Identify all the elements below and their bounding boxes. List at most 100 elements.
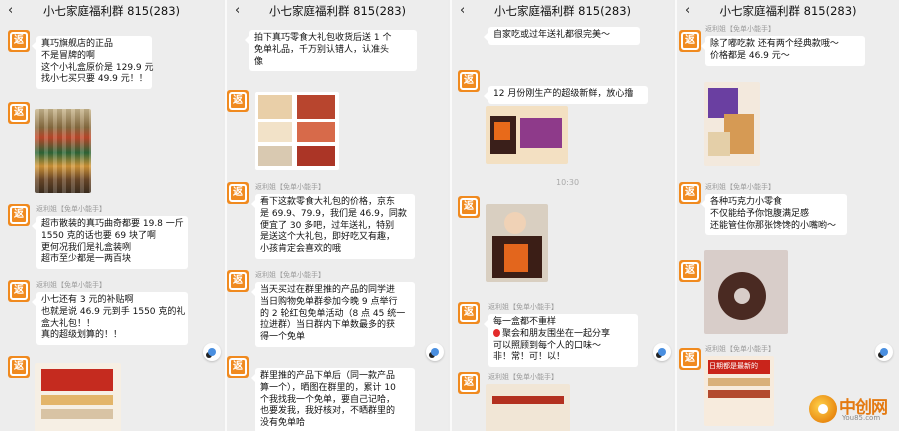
sender-name: 返利姐【免单小能手】 — [36, 281, 106, 289]
message-line: 找小七买只要 49.9 元！！ — [41, 74, 148, 85]
message-line: 算一个），晒图在群里的，累计 10 — [260, 382, 396, 393]
photo-message[interactable] — [486, 384, 570, 431]
message-bubble[interactable]: 自家吃或过年送礼都很完美～ — [484, 27, 640, 45]
message-line: 拍下真巧零食大礼包收货后送 1 个 — [254, 33, 392, 43]
photo-message[interactable] — [704, 82, 760, 166]
message-text: 聚会和朋友围坐在一起分享 — [502, 328, 611, 339]
message-line: 每一盒都不重样 — [493, 317, 557, 327]
balloon-icon — [493, 328, 500, 337]
message-line: 也就是说 46.9 元到手 1550 克的礼 — [41, 306, 186, 317]
sender-name: 返利姐【免单小能手】 — [255, 183, 325, 191]
sender-name: 返利姐【免单小能手】 — [705, 183, 775, 191]
message-line: 个我找我一个免单，要自己记哈， — [260, 394, 396, 405]
photo-product — [494, 122, 510, 140]
chat-header: ‹ 小七家庭福利群 815(283) — [452, 0, 673, 22]
message-bubble[interactable]: 各种巧克力小零食 不仅能给予你饱腹满足感 还能管住你那张馋馋的小嘴哟～ — [701, 194, 847, 236]
sender-avatar[interactable]: 返 — [458, 70, 480, 92]
sender-avatar[interactable]: 返 — [227, 90, 249, 112]
message-bubble[interactable]: 当天买过在群里推的产品的同学进 当日购物免单群参加今晚 9 点举行 的 2 轮红… — [251, 282, 415, 347]
message-line: 真的超级划算的！！ — [41, 330, 123, 341]
message-bubble[interactable]: 真巧旗舰店的正品 不是冒牌的啊 这个小礼盒原价是 129.9 元 找小七买只要 … — [32, 36, 154, 90]
chat-screen-1: ‹ 小七家庭福利群 815(283) 返 真巧旗舰店的正品 不是冒牌的啊 这个小… — [0, 0, 223, 431]
message-bubble[interactable]: 每一盒都不重样 聚会和朋友围坐在一起分享 可以照顾到每个人的口味～ 非！常！可！… — [484, 314, 638, 368]
sender-avatar[interactable]: 返 — [679, 260, 701, 282]
photo-figure — [504, 212, 526, 234]
message-line: 聚会和朋友围坐在一起分享 — [493, 328, 633, 341]
message-line: 1550 克的话也要 69 块了啊 — [41, 230, 156, 241]
message-line: 自家吃或过年送礼都很完美～ — [493, 30, 611, 40]
photo-message[interactable] — [35, 363, 121, 431]
chat-header: ‹ 小七家庭福利群 815(283) — [677, 0, 899, 22]
photo-product — [708, 390, 770, 398]
sender-avatar[interactable]: 返 — [458, 302, 480, 324]
photo-message[interactable] — [35, 109, 91, 193]
rebate-logo-icon: 返 — [460, 304, 478, 322]
photo-message[interactable] — [704, 250, 788, 334]
rebate-logo-icon: 返 — [10, 104, 28, 122]
sender-name: 返利姐【免单小能手】 — [705, 25, 775, 33]
message-line: 除了嘟吃款 还有两个经典款哦～ — [710, 39, 839, 49]
message-bubble[interactable]: 小七还有 3 元的补贴啊 也就是说 46.9 元到手 1550 克的礼 盒大礼包… — [32, 292, 188, 346]
photo-product — [708, 132, 730, 156]
sender-avatar[interactable]: 返 — [8, 30, 30, 52]
message-line: 不仅能给予你饱腹满足感 — [710, 208, 810, 219]
message-line: 当天买过在群里推的产品的同学进 — [260, 285, 396, 295]
message-line: 各种巧克力小零食 — [710, 197, 783, 207]
message-line: 也要发我，我好核对，不晒群里的 — [260, 406, 396, 417]
message-bubble[interactable]: 拍下真巧零食大礼包收货后送 1 个 免单礼品，千万别认错人，认准头 像 — [245, 30, 417, 72]
photo-message[interactable] — [255, 92, 339, 170]
photo-caption: 日期都是最新的 — [709, 362, 758, 370]
floating-assistant-icon[interactable] — [653, 343, 671, 361]
sender-avatar[interactable]: 返 — [8, 204, 30, 226]
rebate-logo-icon: 返 — [10, 206, 28, 224]
rebate-logo-icon: 返 — [10, 32, 28, 50]
photo-message[interactable] — [486, 106, 568, 164]
message-bubble[interactable]: 12 月份刚生产的超级新鲜，放心撸 — [484, 86, 648, 104]
sender-avatar[interactable]: 返 — [458, 372, 480, 394]
chat-header: ‹ 小七家庭福利群 815(283) — [0, 0, 223, 22]
chat-screen-2: ‹ 小七家庭福利群 815(283) 拍下真巧零食大礼包收货后送 1 个 免单礼… — [225, 0, 448, 431]
floating-assistant-icon[interactable] — [875, 343, 893, 361]
photo-product — [258, 146, 292, 166]
rebate-logo-icon: 返 — [460, 72, 478, 90]
message-line: 价格都是 46.9 元～ — [710, 50, 790, 61]
floating-assistant-icon[interactable] — [426, 343, 444, 361]
message-line: 免单礼品，千万别认错人，认准头 — [254, 44, 390, 55]
photo-product — [297, 146, 335, 166]
sender-avatar[interactable]: 返 — [227, 356, 249, 378]
photo-product — [708, 378, 770, 386]
chat-title: 小七家庭福利群 815(283) — [42, 4, 181, 18]
photo-product — [41, 395, 113, 405]
message-bubble[interactable]: 超市散装的真巧曲奇都要 19.8 一斤 1550 克的话也要 69 块了啊 更何… — [32, 216, 188, 270]
message-line: 小孩肯定会喜欢的哦 — [260, 244, 342, 255]
sender-avatar[interactable]: 返 — [679, 182, 701, 204]
sender-avatar[interactable]: 返 — [679, 30, 701, 52]
message-line: 是送这个大礼包，即好吃又有趣， — [260, 232, 396, 243]
message-line: 看下这款零食大礼包的价格，京东 — [260, 197, 396, 207]
message-bubble[interactable]: 看下这款零食大礼包的价格，京东 是 69.9、79.9，我们是 46.9，同款 … — [251, 194, 415, 259]
message-bubble[interactable]: 除了嘟吃款 还有两个经典款哦～ 价格都是 46.9 元～ — [701, 36, 865, 66]
message-bubble[interactable]: 群里推的产品下单后（同一款产品 算一个），晒图在群里的，累计 10 个我找我一个… — [251, 368, 415, 431]
watermark-url: You85.com — [842, 414, 881, 422]
rebate-logo-icon: 返 — [460, 198, 478, 216]
photo-message[interactable]: 日期都是最新的 — [704, 356, 774, 426]
sender-avatar[interactable]: 返 — [8, 102, 30, 124]
sender-avatar[interactable]: 返 — [227, 270, 249, 292]
sender-avatar[interactable]: 返 — [8, 356, 30, 378]
rebate-logo-icon: 返 — [229, 358, 247, 376]
photo-message[interactable] — [486, 204, 548, 282]
sender-avatar[interactable]: 返 — [458, 196, 480, 218]
photo-shelves — [35, 109, 91, 193]
rebate-logo-icon: 返 — [229, 92, 247, 110]
sender-avatar[interactable]: 返 — [679, 348, 701, 370]
sender-avatar[interactable]: 返 — [227, 182, 249, 204]
floating-assistant-icon[interactable] — [203, 343, 221, 361]
message-line: 像 — [254, 56, 264, 67]
message-line: 拉进群）当日群内下单数最多的获 — [260, 320, 396, 331]
message-line: 还能管住你那张馋馋的小嘴哟～ — [710, 220, 837, 231]
sender-avatar[interactable]: 返 — [8, 280, 30, 302]
chat-title: 小七家庭福利群 815(283) — [268, 4, 407, 18]
message-line: 这个小礼盒原价是 129.9 元 — [41, 62, 154, 73]
rebate-logo-icon: 返 — [681, 262, 699, 280]
rebate-logo-icon: 返 — [10, 282, 28, 300]
